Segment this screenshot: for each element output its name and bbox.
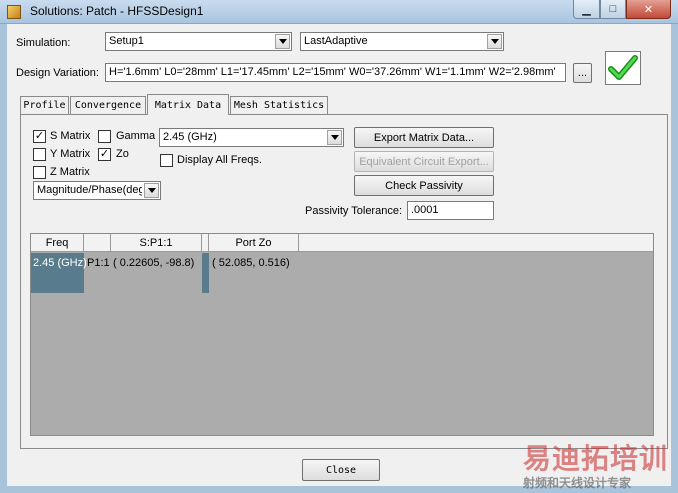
table-row-sp11[interactable]: ( 0.22605, -98.8): [113, 257, 194, 269]
solution-status-indicator: [605, 51, 641, 85]
chevron-down-icon[interactable]: [327, 130, 342, 145]
frequency-select-value: 2.45 (GHz): [163, 131, 217, 143]
window-close-button[interactable]: ✕: [626, 0, 671, 19]
close-icon: ✕: [643, 3, 654, 16]
check-icon: ✓: [34, 130, 45, 142]
hfss-app-icon: [7, 5, 21, 19]
watermark-logo-text: 易迪拓培训: [523, 443, 669, 474]
grid-header-spacer[interactable]: [202, 234, 209, 252]
zo-checkbox[interactable]: ✓: [98, 148, 111, 161]
design-variation-field[interactable]: H='1.6mm' L0='28mm' L1='17.45mm' L2='15m…: [105, 63, 566, 82]
chevron-down-icon[interactable]: [144, 183, 159, 198]
zo-label: Zo: [116, 148, 129, 160]
maximize-icon: □: [609, 3, 617, 15]
chevron-down-icon[interactable]: [275, 34, 290, 49]
design-variation-browse-button[interactable]: ...: [573, 63, 592, 83]
equivalent-circuit-export-button[interactable]: Equivalent Circuit Export...: [354, 151, 494, 172]
y-matrix-label: Y Matrix: [50, 148, 91, 160]
watermark-subtitle: 射频和天线设计专家: [523, 476, 632, 490]
tab-mesh-statistics[interactable]: Mesh Statistics: [230, 96, 328, 114]
chevron-down-icon[interactable]: [487, 34, 502, 49]
export-matrix-data-button[interactable]: Export Matrix Data...: [354, 127, 494, 148]
minimize-icon: ▁: [582, 3, 591, 16]
grid-header-port-zo[interactable]: Port Zo: [209, 234, 299, 252]
simulation-label: Simulation:: [16, 37, 71, 49]
pass-select[interactable]: LastAdaptive: [300, 32, 504, 51]
display-all-freqs-checkbox[interactable]: [160, 154, 173, 167]
format-select-value: Magnitude/Phase(deg: [37, 184, 142, 196]
grid-header-empty: [299, 234, 653, 252]
matrix-results-grid[interactable]: Freq S:P1:1 Port Zo 2.45 (GHz) P1:1 ( 0.…: [30, 233, 654, 436]
grid-header-freq[interactable]: Freq: [31, 234, 84, 252]
gamma-label: Gamma: [116, 130, 156, 142]
tab-convergence[interactable]: Convergence: [70, 96, 146, 114]
selected-cell-highlight: [202, 253, 209, 293]
z-matrix-checkbox[interactable]: [33, 166, 46, 179]
setup-select-value: Setup1: [109, 35, 144, 47]
z-matrix-label: Z Matrix: [50, 166, 90, 178]
window-title: Solutions: Patch - HFSSDesign1: [30, 4, 204, 18]
s-matrix-checkbox[interactable]: ✓: [33, 130, 46, 143]
y-matrix-checkbox[interactable]: [33, 148, 46, 161]
design-variation-label: Design Variation:: [16, 67, 99, 79]
dialog-client-area: Simulation: Setup1 LastAdaptive Design V…: [7, 24, 671, 486]
minimize-button[interactable]: ▁: [573, 0, 600, 19]
green-checkmark-icon: [608, 55, 638, 80]
maximize-button[interactable]: □: [600, 0, 626, 19]
format-select[interactable]: Magnitude/Phase(deg: [33, 181, 161, 200]
close-button[interactable]: Close: [302, 459, 380, 481]
table-row-freq[interactable]: 2.45 (GHz): [33, 257, 87, 269]
table-row-port[interactable]: P1:1: [87, 257, 110, 269]
tab-profile[interactable]: Profile: [20, 96, 69, 114]
s-matrix-label: S Matrix: [50, 130, 91, 142]
passivity-tolerance-label: Passivity Tolerance:: [305, 205, 403, 217]
check-icon: ✓: [99, 148, 110, 160]
pass-select-value: LastAdaptive: [304, 35, 368, 47]
tab-matrix-data[interactable]: Matrix Data: [147, 94, 229, 115]
check-passivity-button[interactable]: Check Passivity: [354, 175, 494, 196]
passivity-tolerance-input[interactable]: .0001: [407, 201, 494, 220]
table-row-port-zo[interactable]: ( 52.085, 0.516): [212, 257, 290, 269]
display-all-freqs-label: Display All Freqs.: [177, 154, 262, 166]
grid-header-sp11[interactable]: S:P1:1: [111, 234, 202, 252]
gamma-checkbox[interactable]: [98, 130, 111, 143]
setup-select[interactable]: Setup1: [105, 32, 292, 51]
frequency-select[interactable]: 2.45 (GHz): [159, 128, 344, 147]
grid-header-port[interactable]: [84, 234, 111, 252]
